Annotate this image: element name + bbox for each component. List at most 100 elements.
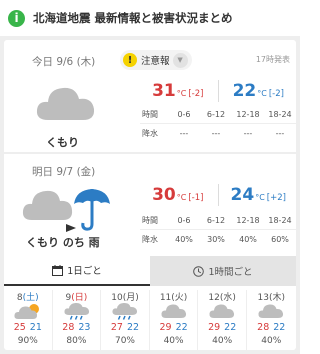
weekly-temps: 25 21 [4,322,52,333]
cloud-icon [208,302,236,324]
min-temp-diff: [+2] [266,193,286,203]
rain-value-cell: --- [211,128,221,138]
max-temp-diff: [-2] [188,89,204,99]
tomorrow-max-temp: 30 °C [-1] [142,185,214,205]
cloud-then-rain-icon [22,184,122,238]
temp-unit: °C [255,193,265,202]
tab-hourly[interactable]: 1時間ごと [150,256,296,286]
temp-unit: °C [176,89,187,98]
tab-hourly-label: 1時間ごと [208,267,253,278]
weekly-max-temp: 25 [13,322,26,333]
cloud-icon [160,302,188,324]
today-temps: 31 °C [-2] 22 °C [-2] [142,80,294,102]
max-temp-value: 30 [152,185,176,205]
today-max-temp: 31 °C [-2] [142,81,214,101]
weekly-min-temp: 22 [224,322,237,333]
article-title[interactable]: 北海道地震 最新情報と被害状況まとめ [33,10,233,26]
rain-value-cell: 40% [239,234,257,244]
min-temp-value: 22 [232,81,257,101]
weekly-temps: 27 22 [101,322,149,333]
weekly-rain-chance: 90% [17,336,38,346]
weekly-rain-chance: 40% [261,336,282,346]
rain-header-cell: 6-12 [206,216,226,225]
info-icon: i [8,9,25,27]
weekly-max-temp: 29 [208,322,221,333]
today-weather-label: くもり [46,136,79,149]
alert-badge[interactable]: ! 注意報 ▼ [120,50,192,70]
published-time: 17時発表 [255,55,290,64]
weekly-temps: 28 22 [247,322,296,333]
rain-value-cell: 降水 [142,128,158,138]
rain-value-cell: 60% [271,234,289,244]
weekly-day[interactable]: 12(水) 29 22 40% [198,290,247,350]
max-temp-value: 31 [152,81,176,101]
today-rain-table: 時間 0-6 6-12 12-18 18-24 降水 --- --- --- -… [140,106,296,142]
warning-icon: ! [123,53,137,67]
rain-header-cell: 12-18 [236,110,260,119]
min-temp-diff: [-2] [268,89,284,99]
tomorrow-forecast: 明日 9/7 (金) くもり のち 雨 30 °C [-1] 24 °C [+2… [4,154,296,256]
weekly-forecast: 8(土) 25 21 90% 9(日) 28 23 80% 10(月) 27 22 70% 11(火) 2… [4,290,296,350]
rain-header-cell: 18-24 [268,110,292,119]
weekly-temps: 29 22 [150,322,198,333]
rain-value-cell: 30% [207,234,225,244]
weekly-rain-chance: 40% [163,336,184,346]
weekly-max-temp: 28 [62,322,75,333]
rain-value-cell: --- [275,128,285,138]
calendar-icon [52,264,64,276]
tab-daily-label: 1日ごと [67,266,102,277]
tomorrow-min-temp: 24 °C [+2] [223,185,295,205]
weekly-min-temp: 22 [126,322,140,333]
weekly-temps: 28 23 [53,322,101,333]
rain-header-cell: 12-18 [236,216,260,225]
rain-header-row: 時間 0-6 6-12 12-18 18-24 [140,212,296,230]
today-min-temp: 22 °C [-2] [223,81,295,101]
cloud-icon [257,302,285,324]
rain-value-cell: 40% [175,234,193,244]
weekly-day[interactable]: 11(火) 29 22 40% [150,290,199,350]
rain-value-cell: 降水 [142,234,158,244]
today-forecast: 今日 9/6 (木) ! 注意報 ▼ 17時発表 くもり 31 °C [-2] [4,40,296,152]
weekly-rain-chance: 80% [66,336,87,346]
min-temp-value: 24 [230,185,255,205]
article-header: i 北海道地震 最新情報と被害状況まとめ [0,0,300,36]
tomorrow-temps: 30 °C [-1] 24 °C [+2] [142,184,294,206]
today-date: 今日 9/6 (木) [32,56,96,68]
chevron-down-icon: ▼ [172,52,188,68]
cloud-sun-icon [14,302,42,324]
weekly-min-temp: 22 [175,322,188,333]
weekly-min-temp: 22 [273,322,286,333]
weekly-day[interactable]: 9(日) 28 23 80% [53,290,102,350]
rain-cloud-icon [63,302,91,324]
weekly-min-temp: 23 [78,322,91,333]
tomorrow-date: 明日 9/7 (金) [32,166,96,178]
weekly-max-temp: 28 [257,322,270,333]
rain-value-cell: --- [243,128,253,138]
cloud-icon [34,80,98,128]
divider [217,80,219,102]
rain-value-row: 降水 --- --- --- --- [140,124,296,142]
weekly-day[interactable]: 10(月) 27 22 70% [101,290,150,350]
weekly-max-temp: 29 [159,322,172,333]
max-temp-diff: [-1] [188,193,204,203]
weekly-rain-chance: 70% [114,336,135,346]
tomorrow-rain-table: 時間 0-6 6-12 12-18 18-24 降水 40% 30% 40% 6… [140,212,296,248]
weather-widget: 今日 9/6 (木) ! 注意報 ▼ 17時発表 くもり 31 °C [-2] [0,36,300,354]
weekly-rain-chance: 40% [212,336,233,346]
weekly-temps: 29 22 [198,322,246,333]
rain-value-cell: --- [179,128,189,138]
temp-unit: °C [176,193,187,202]
tab-daily[interactable]: 1日ごと [4,256,150,286]
rain-header-row: 時間 0-6 6-12 12-18 18-24 [140,106,296,124]
rain-cloud-icon [111,302,139,324]
forecast-tabs: 1日ごと 1時間ごと [4,256,296,286]
clock-icon [193,265,205,277]
weekly-day[interactable]: 8(土) 25 21 90% [4,290,53,350]
rain-header-cell: 6-12 [206,110,226,119]
weekly-day[interactable]: 13(木) 28 22 40% [247,290,296,350]
weekly-min-temp: 21 [29,322,42,333]
weekly-max-temp: 27 [110,322,123,333]
rain-header-cell: 0-6 [177,216,191,225]
rain-value-row: 降水 40% 30% 40% 60% [140,230,296,248]
forecast-card: 今日 9/6 (木) ! 注意報 ▼ 17時発表 くもり 31 °C [-2] [4,40,296,350]
